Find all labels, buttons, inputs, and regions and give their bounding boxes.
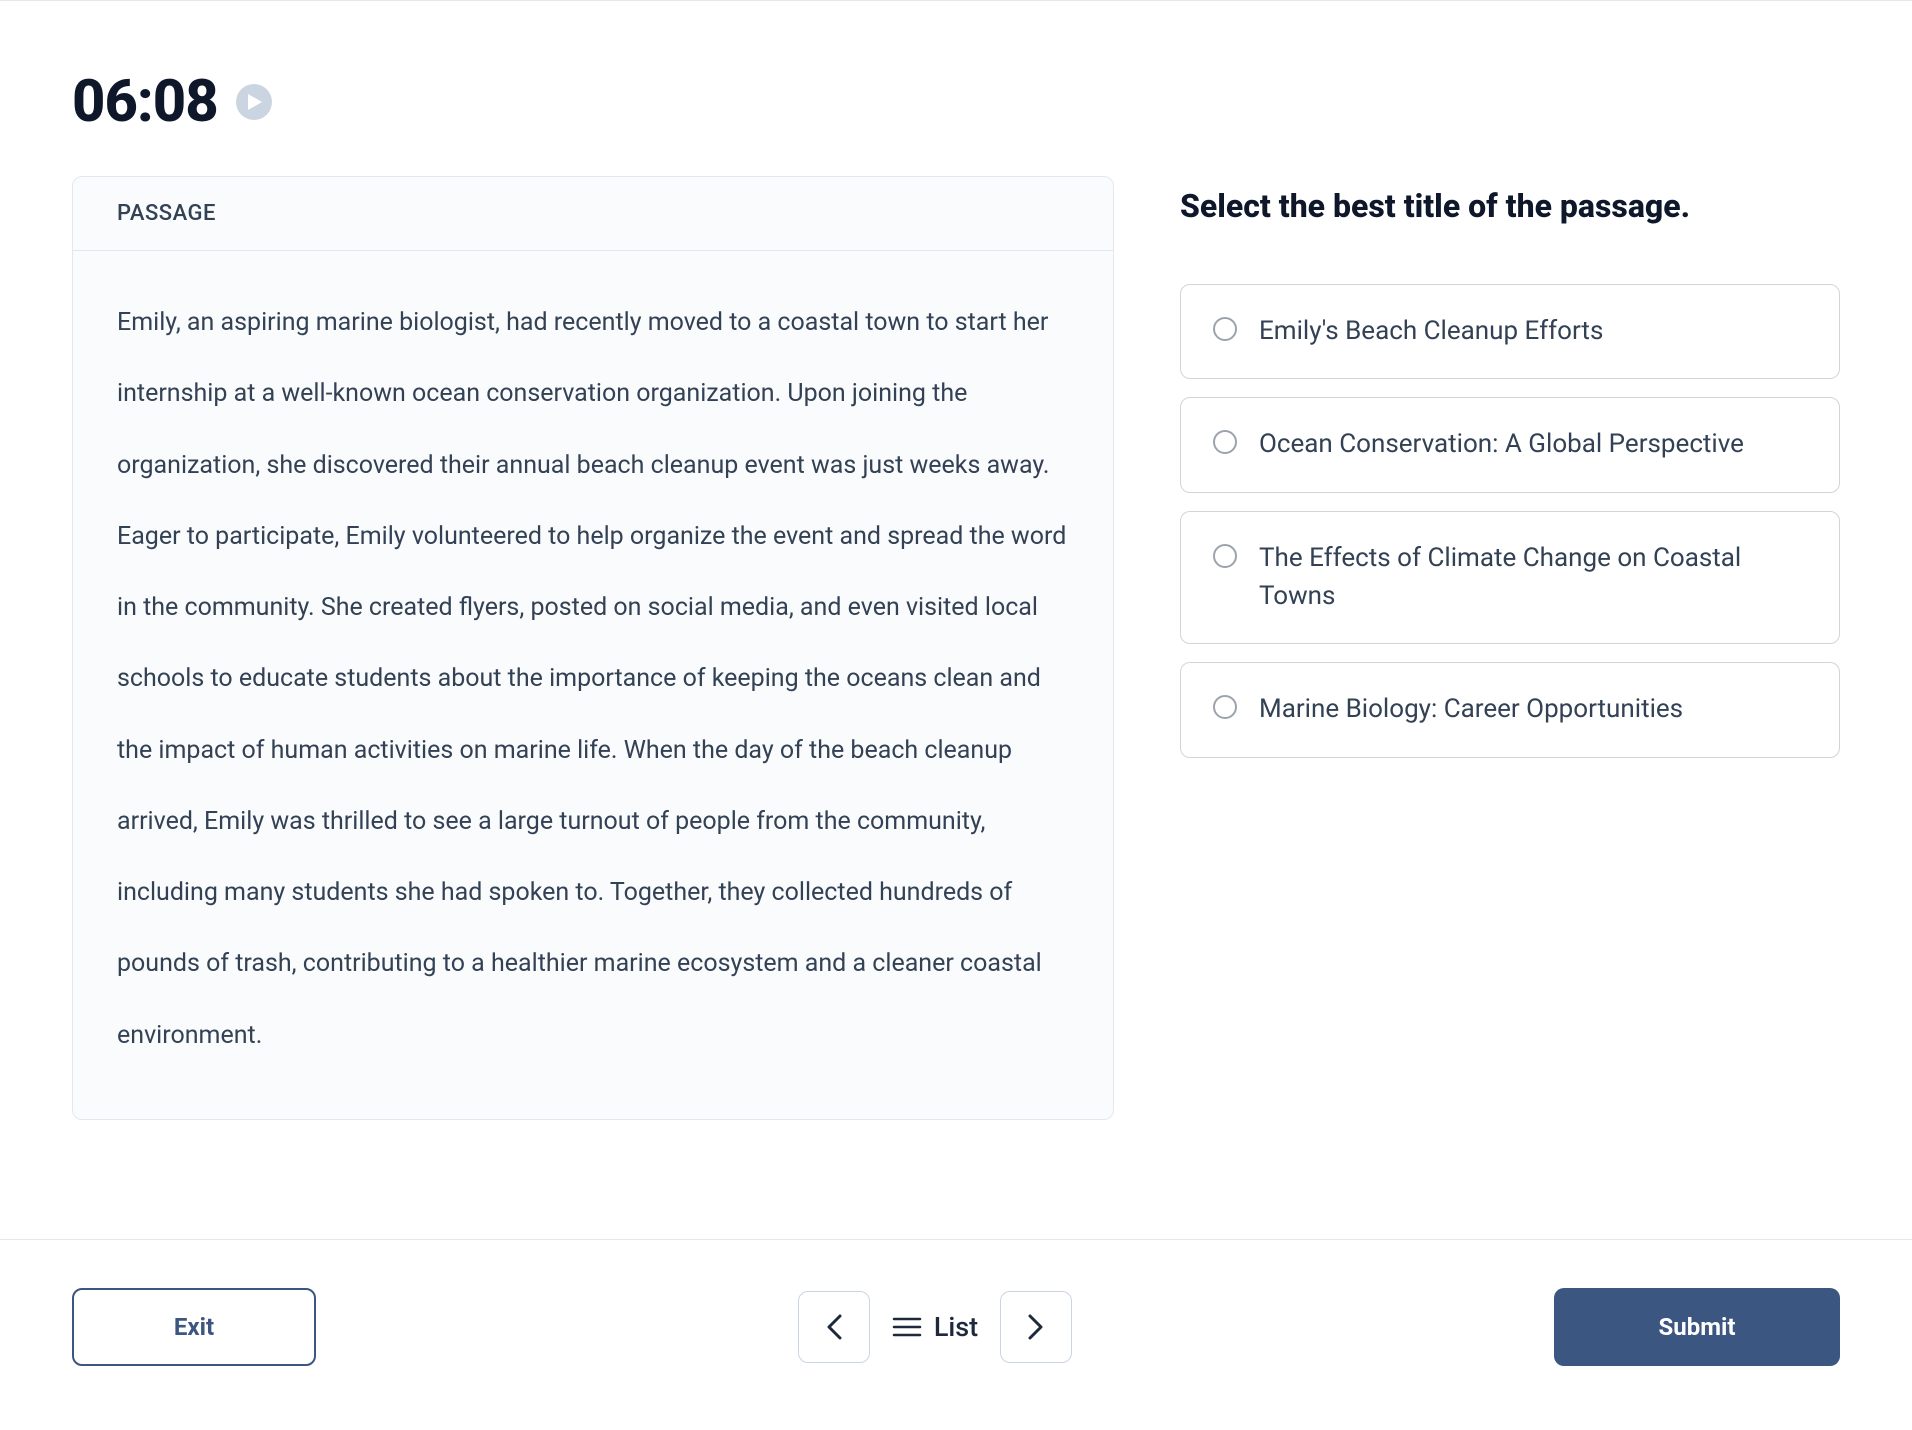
option-label: Ocean Conservation: A Global Perspective	[1259, 426, 1744, 464]
question-title: Select the best title of the passage.	[1180, 186, 1840, 228]
option-label: Marine Biology: Career Opportunities	[1259, 691, 1683, 729]
option-1[interactable]: Ocean Conservation: A Global Perspective	[1180, 397, 1840, 493]
timer-display: 06:08	[72, 68, 218, 136]
submit-button[interactable]: Submit	[1554, 1288, 1840, 1366]
option-label: The Effects of Climate Change on Coastal…	[1259, 540, 1807, 615]
radio-icon	[1213, 544, 1237, 568]
option-label: Emily's Beach Cleanup Efforts	[1259, 313, 1603, 351]
passage-header: PASSAGE	[73, 177, 1113, 251]
passage-body: Emily, an aspiring marine biologist, had…	[73, 251, 1113, 1119]
play-icon[interactable]	[236, 84, 272, 120]
option-0[interactable]: Emily's Beach Cleanup Efforts	[1180, 284, 1840, 380]
passage-panel: PASSAGE Emily, an aspiring marine biolog…	[72, 176, 1114, 1120]
footer: Exit List Submit	[0, 1239, 1912, 1430]
option-2[interactable]: The Effects of Climate Change on Coastal…	[1180, 511, 1840, 644]
radio-icon	[1213, 430, 1237, 454]
list-button[interactable]: List	[892, 1311, 978, 1343]
next-button[interactable]	[1000, 1291, 1072, 1363]
chevron-left-icon	[826, 1314, 842, 1340]
radio-icon	[1213, 317, 1237, 341]
list-label: List	[934, 1311, 978, 1343]
radio-icon	[1213, 695, 1237, 719]
timer-row: 06:08	[72, 68, 1840, 136]
prev-button[interactable]	[798, 1291, 870, 1363]
option-3[interactable]: Marine Biology: Career Opportunities	[1180, 662, 1840, 758]
question-panel: Select the best title of the passage. Em…	[1180, 176, 1840, 776]
nav-group: List	[798, 1291, 1072, 1363]
exit-button[interactable]: Exit	[72, 1288, 316, 1366]
chevron-right-icon	[1028, 1314, 1044, 1340]
list-icon	[892, 1315, 922, 1339]
